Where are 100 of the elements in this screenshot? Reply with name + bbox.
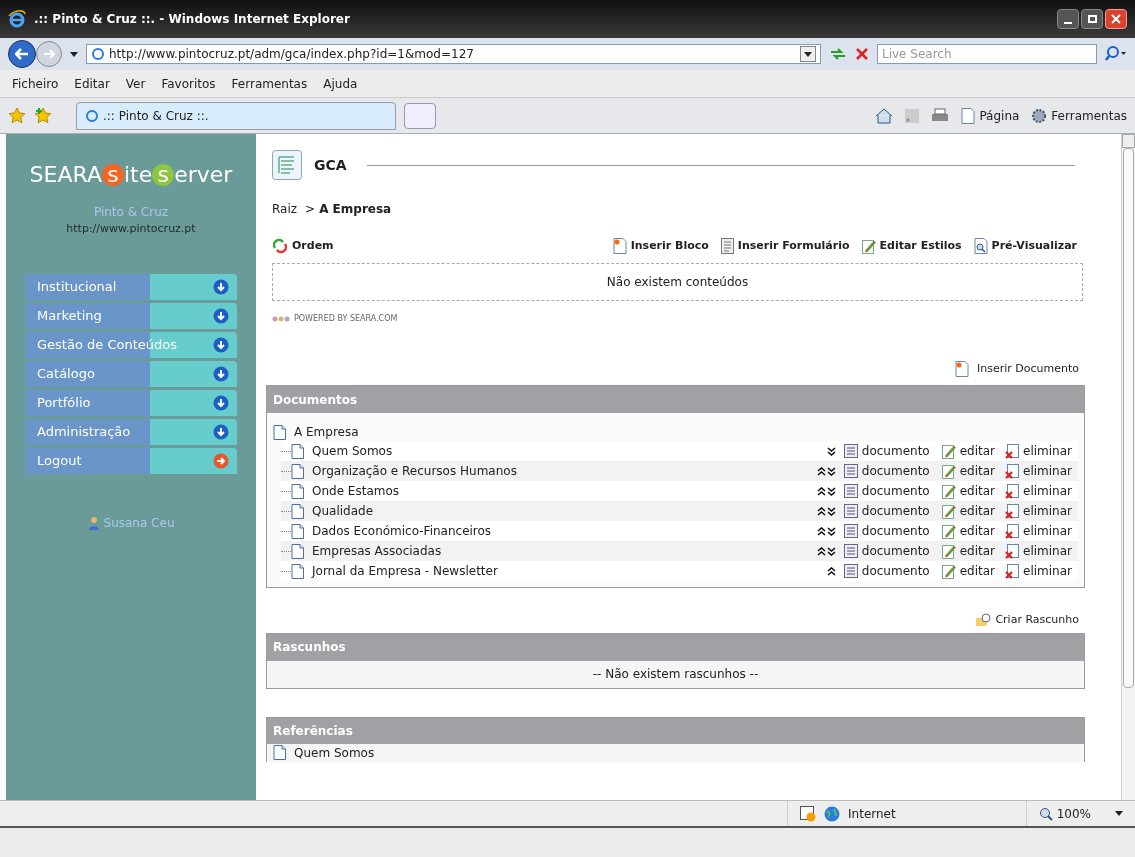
arrow-down-icon[interactable] [213, 365, 229, 382]
document-link[interactable]: documento [861, 482, 930, 500]
delete-icon[interactable] [1005, 443, 1020, 459]
edit-icon[interactable] [941, 503, 956, 519]
scrollbar[interactable] [1121, 134, 1135, 800]
document-link[interactable]: documento [861, 542, 930, 560]
zoom-level[interactable]: 100% [1056, 804, 1091, 823]
back-button[interactable] [8, 40, 36, 68]
refresh-icon[interactable] [829, 46, 847, 62]
create-draft-link[interactable]: Criar Rascunho [995, 612, 1079, 629]
list-icon[interactable] [843, 484, 858, 498]
minimize-button[interactable] [1057, 9, 1079, 29]
caret-icon[interactable] [70, 51, 78, 57]
edit-link[interactable]: editar [959, 462, 996, 480]
favorites-star-icon[interactable] [8, 106, 26, 125]
delete-link[interactable]: eliminar [1023, 562, 1072, 580]
document-link[interactable]: documento [861, 502, 930, 520]
edit-link[interactable]: editar [959, 502, 996, 520]
edit-icon[interactable] [861, 238, 876, 254]
command-menu[interactable]: Ferramentas [1051, 106, 1127, 125]
document-link[interactable]: documento [861, 462, 930, 480]
edit-link[interactable]: editar [959, 482, 996, 500]
list-icon[interactable] [843, 504, 858, 518]
menu-item[interactable]: Ferramentas [231, 74, 308, 93]
delete-link[interactable]: eliminar [1023, 462, 1072, 480]
menu-item[interactable]: Favoritos [161, 74, 216, 93]
menu-item[interactable]: Ficheiro [12, 74, 59, 93]
caret-icon[interactable] [1115, 811, 1123, 816]
delete-link[interactable]: eliminar [1023, 542, 1072, 560]
document-name[interactable]: Dados Económico-Financeiros [312, 522, 492, 540]
browser-tab[interactable]: .:: Pinto & Cruz ::. [76, 101, 396, 130]
list-icon[interactable] [843, 524, 858, 538]
edit-icon[interactable] [941, 523, 956, 539]
toolbar-link[interactable]: Inserir Bloco [630, 238, 709, 255]
arrow-down-icon[interactable] [213, 394, 229, 411]
document-link[interactable]: documento [861, 522, 930, 540]
toolbar-link[interactable]: Pré-Visualizar [991, 238, 1077, 255]
order-button[interactable]: Ordem [292, 238, 334, 255]
search-icon[interactable] [1105, 45, 1127, 63]
document-name[interactable]: Quem Somos [312, 442, 393, 460]
form-icon[interactable] [720, 238, 734, 255]
list-icon[interactable] [843, 464, 858, 478]
delete-link[interactable]: eliminar [1023, 442, 1072, 460]
zoom-icon[interactable] [1038, 806, 1053, 821]
printer-icon[interactable] [931, 107, 950, 124]
reorder-icon[interactable] [272, 238, 288, 255]
close-icon[interactable] [1111, 14, 1121, 24]
arrow-down-icon[interactable] [213, 423, 229, 440]
delete-icon[interactable] [1005, 463, 1020, 479]
delete-icon[interactable] [1005, 523, 1020, 539]
edit-link[interactable]: editar [959, 562, 996, 580]
reference-item[interactable]: Quem Somos [294, 743, 375, 762]
edit-icon[interactable] [941, 563, 956, 579]
edit-icon[interactable] [941, 483, 956, 499]
home-icon[interactable] [875, 107, 894, 124]
list-icon[interactable] [843, 444, 858, 458]
delete-link[interactable]: eliminar [1023, 502, 1072, 520]
tree-root[interactable]: A Empresa [294, 423, 359, 441]
delete-link[interactable]: eliminar [1023, 482, 1072, 500]
document-name[interactable]: Empresas Associadas [312, 542, 442, 560]
arrow-right-icon[interactable] [213, 452, 229, 469]
toolbar-link[interactable]: Inserir Formulário [737, 238, 850, 255]
delete-icon[interactable] [1005, 543, 1020, 559]
dropdown-icon[interactable] [804, 51, 812, 57]
search-field[interactable]: Live Search [877, 44, 1097, 64]
breadcrumb-link[interactable]: Raiz [272, 200, 298, 218]
arrow-down-icon[interactable] [213, 307, 229, 324]
back-arrow-icon[interactable] [15, 48, 29, 60]
list-icon[interactable] [843, 544, 858, 558]
delete-icon[interactable] [1005, 503, 1020, 519]
arrow-down-icon[interactable] [213, 278, 229, 295]
edit-icon[interactable] [941, 543, 956, 559]
document-link[interactable]: documento [861, 562, 930, 580]
document-name[interactable]: Onde Estamos [312, 482, 400, 500]
edit-link[interactable]: editar [959, 442, 996, 460]
edit-icon[interactable] [941, 443, 956, 459]
delete-icon[interactable] [1005, 483, 1020, 499]
close-button[interactable] [1105, 9, 1127, 29]
document-name[interactable]: Organização e Recursos Humanos [312, 462, 517, 480]
address-field[interactable]: http://www.pintocruz.pt/adm/gca/index.php?id=1&mod=127 [86, 44, 821, 64]
gear-icon[interactable] [1031, 107, 1048, 124]
arrow-down-icon[interactable] [213, 336, 229, 353]
stop-icon[interactable] [855, 47, 869, 61]
list-icon[interactable] [843, 564, 858, 578]
magnifier-page-icon[interactable] [973, 238, 988, 255]
restore-button[interactable] [1081, 9, 1103, 29]
command-menu[interactable]: Página [979, 106, 1020, 125]
edit-link[interactable]: editar [959, 542, 996, 560]
menu-item[interactable]: Editar [74, 74, 110, 93]
insert-document-link[interactable]: Inserir Documento [976, 360, 1079, 377]
document-link[interactable]: documento [861, 442, 930, 460]
delete-link[interactable]: eliminar [1023, 522, 1072, 540]
document-name[interactable]: Jornal da Empresa - Newsletter [312, 562, 498, 580]
delete-icon[interactable] [1005, 563, 1020, 579]
menu-item[interactable]: Ver [125, 74, 146, 93]
edit-icon[interactable] [941, 463, 956, 479]
menu-item[interactable]: Ajuda [323, 74, 358, 93]
toolbar-link[interactable]: Editar Estilos [879, 238, 962, 255]
document-name[interactable]: Qualidade [312, 502, 374, 520]
edit-link[interactable]: editar [959, 522, 996, 540]
